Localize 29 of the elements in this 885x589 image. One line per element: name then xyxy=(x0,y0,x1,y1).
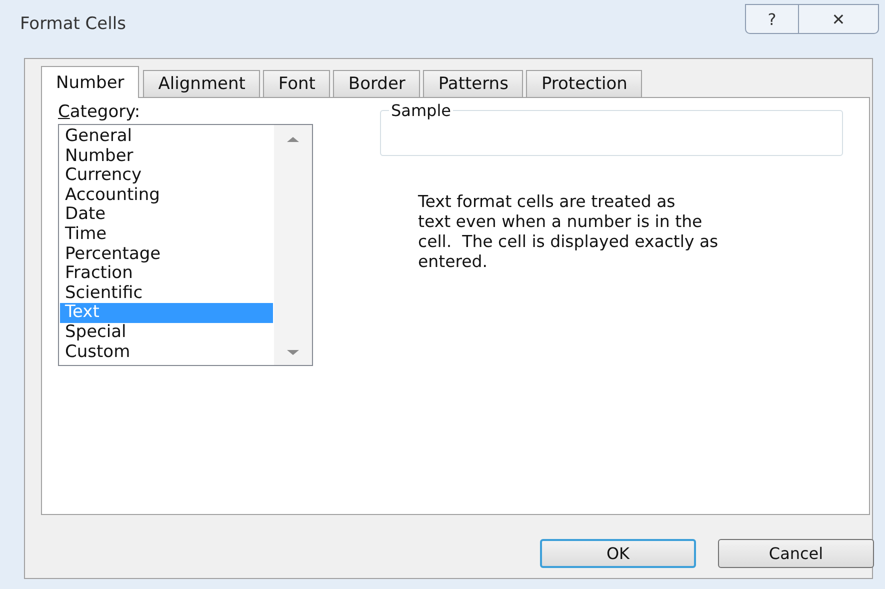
tab[interactable]: Alignment xyxy=(143,70,260,97)
list-item[interactable]: Time xyxy=(60,224,273,245)
scrollbar[interactable] xyxy=(274,125,312,365)
list-item[interactable]: Percentage xyxy=(60,244,273,264)
tab[interactable]: Patterns xyxy=(423,70,524,97)
tab[interactable]: Font xyxy=(263,70,330,97)
sample-label: Sample xyxy=(389,101,453,120)
list-item[interactable]: Scientific xyxy=(60,284,273,304)
list-item[interactable]: Number xyxy=(60,146,273,166)
category-list[interactable]: General Number Currency Accounting Date Time Percentage Fraction Scientific Text Special Custom xyxy=(58,124,313,366)
close-button[interactable]: ✕ xyxy=(799,4,879,34)
tab[interactable]: Border xyxy=(333,70,420,97)
list-item[interactable]: Date xyxy=(60,205,273,225)
scroll-up-icon[interactable] xyxy=(286,135,300,143)
ok-button[interactable]: OK xyxy=(540,539,696,568)
tab[interactable]: Protection xyxy=(526,70,642,97)
tab[interactable]: Number xyxy=(41,66,140,98)
list-item[interactable]: Special xyxy=(60,322,273,343)
scroll-down-icon[interactable] xyxy=(286,349,300,357)
window-title: Format Cells xyxy=(20,14,126,34)
list-item[interactable]: Accounting xyxy=(60,186,273,206)
description-text: Text format cells are treated as text even when a number is in the cell. The cell is displayed exactly as entered. xyxy=(418,192,720,272)
list-item[interactable]: Currency xyxy=(60,166,273,186)
list-item[interactable]: General xyxy=(60,127,273,147)
help-button[interactable]: ? xyxy=(745,4,799,34)
category-label: Category: xyxy=(58,102,142,122)
list-item[interactable]: Custom xyxy=(60,342,273,362)
cancel-button[interactable]: Cancel xyxy=(718,539,874,568)
list-item[interactable]: Fraction xyxy=(60,264,273,284)
